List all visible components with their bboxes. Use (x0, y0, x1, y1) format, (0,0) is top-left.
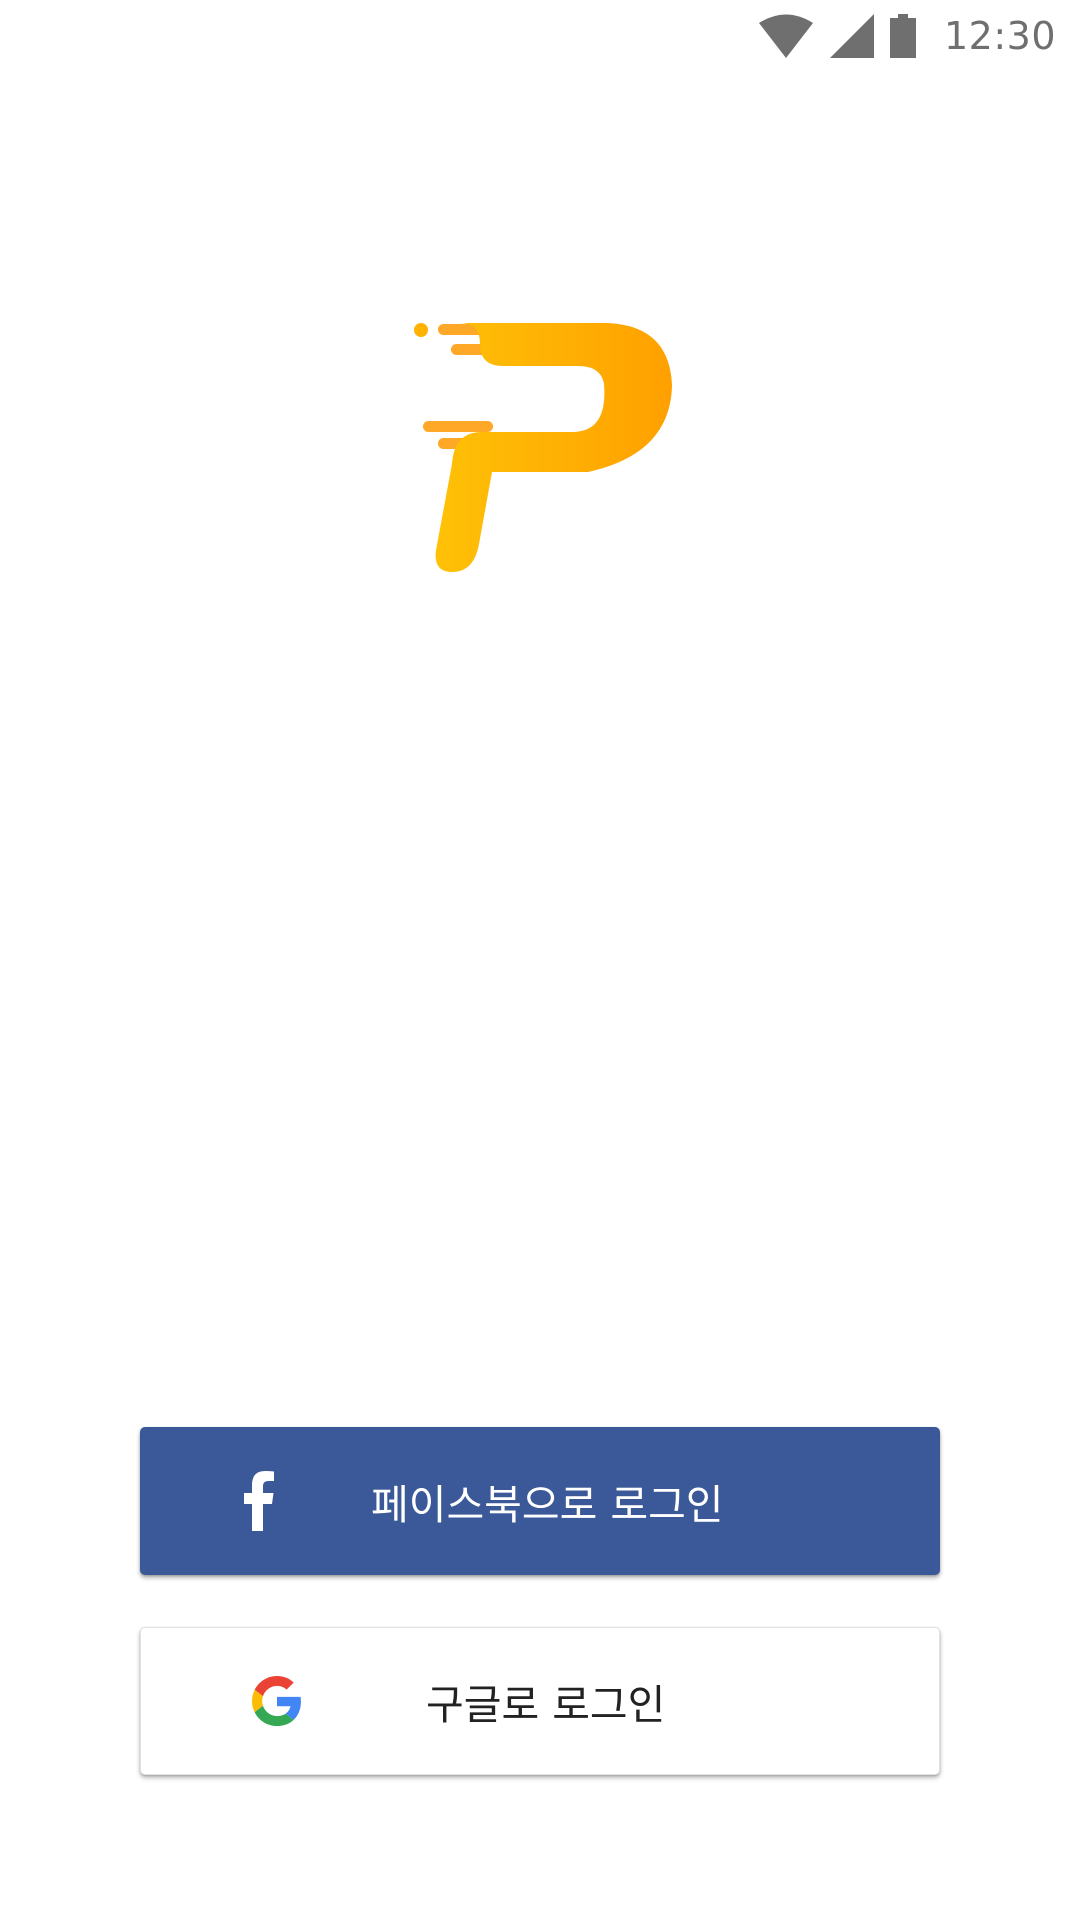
p-logo-icon (414, 323, 672, 572)
facebook-icon (244, 1427, 274, 1575)
status-time: 12:30 (943, 14, 1056, 58)
facebook-login-button[interactable]: 페이스북으로 로그인 (140, 1427, 940, 1575)
cell-signal-icon (829, 14, 874, 58)
status-bar: 12:30 (0, 0, 1080, 72)
facebook-login-label: 페이스북으로 로그인 (371, 1481, 724, 1529)
google-login-label: 구글로 로그인 (426, 1681, 666, 1729)
app-logo (408, 314, 672, 580)
google-icon (252, 1628, 302, 1774)
status-icons: 12:30 (758, 12, 1056, 60)
wifi-icon (758, 14, 814, 58)
google-login-button[interactable]: 구글로 로그인 (140, 1627, 940, 1775)
battery-icon (889, 14, 916, 58)
